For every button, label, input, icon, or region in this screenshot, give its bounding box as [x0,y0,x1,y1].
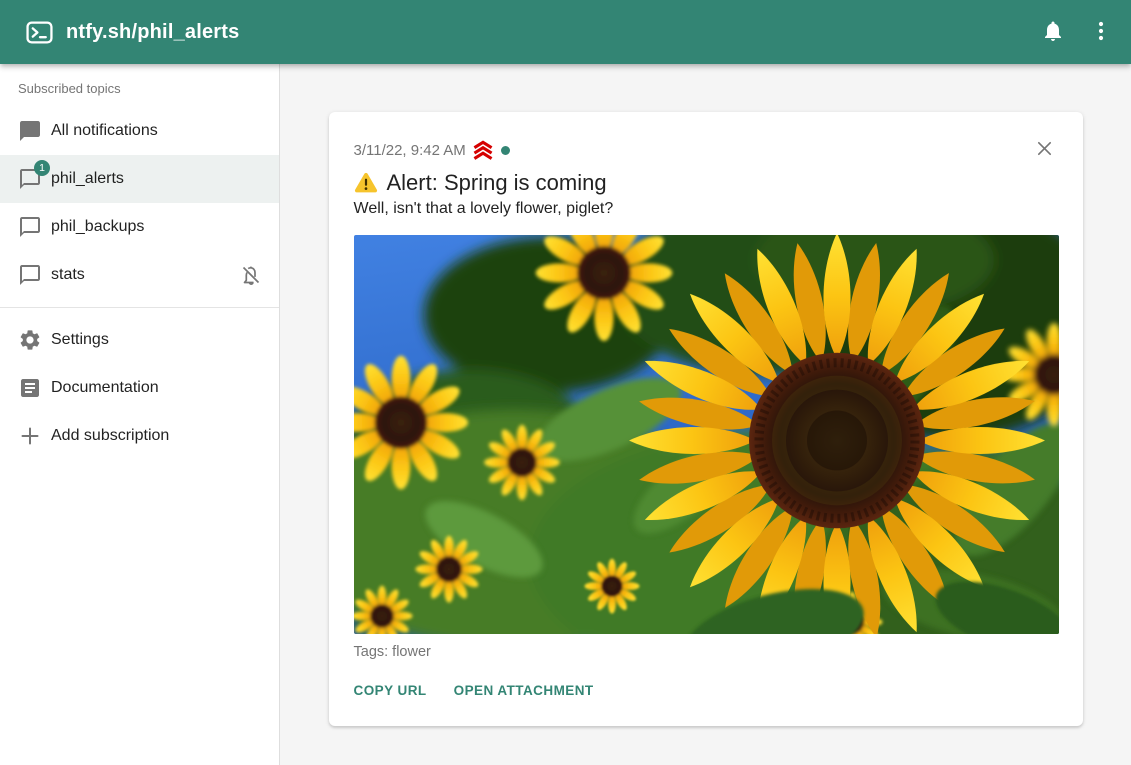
priority-max-icon [472,140,494,160]
notification-card: 3/11/22, 9:42 AM [329,112,1083,726]
warning-icon [354,172,378,194]
sidebar-item-label: phil_backups [51,218,144,236]
chat-bubble-outline-icon: 1 [18,167,42,191]
notification-title-row: Alert: Spring is coming [354,170,1059,196]
sidebar-footer: Settings Documentation Add subscription [0,316,279,460]
open-attachment-button[interactable]: OPEN ATTACHMENT [454,681,594,700]
sidebar-item-label: Add subscription [51,427,169,445]
copy-url-button[interactable]: COPY URL [354,681,427,700]
close-icon [1034,138,1055,162]
chat-bubble-outline-icon [18,215,42,239]
new-indicator-dot [501,146,510,155]
sidebar-item-label: stats [51,266,85,284]
notifications-button[interactable] [1029,8,1077,56]
sidebar-item-phil-backups[interactable]: phil_backups [0,203,279,251]
sidebar-item-label: Documentation [51,379,159,397]
subscribed-topics-label: Subscribed topics [0,64,279,107]
bell-off-icon [239,263,263,287]
kebab-menu-icon [1089,19,1113,46]
terminal-icon[interactable] [26,20,54,44]
overflow-menu-button[interactable] [1077,8,1125,56]
sidebar-item-label: All notifications [51,122,158,140]
sidebar-item-all-notifications[interactable]: All notifications [0,107,279,155]
notification-title: Alert: Spring is coming [387,170,607,196]
layout: Subscribed topics All notifications 1 ph [0,64,1131,765]
notification-tags: Tags: flower [354,644,1059,660]
gear-icon [18,328,42,352]
sunflower-photo [354,235,1059,634]
sidebar-item-settings[interactable]: Settings [0,316,279,364]
plus-icon [18,424,42,448]
sidebar-item-add-subscription[interactable]: Add subscription [0,412,279,460]
close-notification-button[interactable] [1031,136,1059,164]
sidebar-item-documentation[interactable]: Documentation [0,364,279,412]
sidebar-item-phil-alerts[interactable]: 1 phil_alerts [0,155,279,203]
sidebar-item-stats[interactable]: stats [0,251,279,299]
sidebar-item-label: Settings [51,331,109,349]
notification-meta-row: 3/11/22, 9:42 AM [354,136,1059,164]
notification-message: Well, isn't that a lovely flower, piglet… [354,200,1059,218]
sidebar-divider [0,307,279,308]
sidebar-item-label: phil_alerts [51,170,124,188]
bell-icon [1041,19,1065,46]
document-icon [18,376,42,400]
ntfy-app: { "header": { "title": "ntfy.sh/phil_ale… [0,0,1131,765]
chat-bubble-outline-icon [18,263,42,287]
main-content: 3/11/22, 9:42 AM [280,64,1131,765]
app-bar: ntfy.sh/phil_alerts [0,0,1131,64]
unread-badge: 1 [34,160,50,176]
notification-actions: COPY URL OPEN ATTACHMENT [354,681,1059,700]
notification-timestamp: 3/11/22, 9:42 AM [354,142,466,159]
page-title: ntfy.sh/phil_alerts [66,21,239,44]
sidebar: Subscribed topics All notifications 1 ph [0,64,280,765]
topic-list: All notifications 1 phil_alerts phil_b [0,107,279,299]
attachment-image[interactable] [354,235,1059,634]
chat-bubble-filled-icon [18,119,42,143]
